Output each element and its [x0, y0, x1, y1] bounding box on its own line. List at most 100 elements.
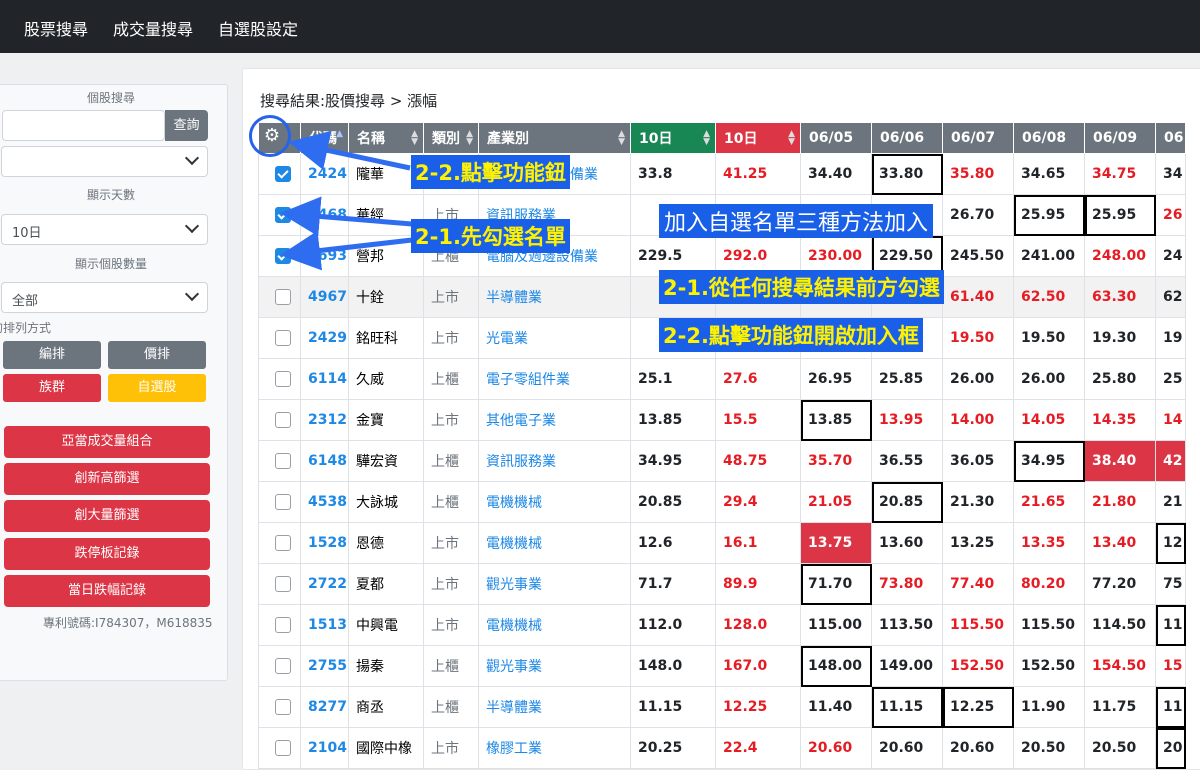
stock-code-link[interactable]: 8277 — [300, 686, 349, 728]
industry-link[interactable]: 觀光事業 — [478, 645, 631, 687]
price-cell: 63.30 — [1084, 276, 1156, 318]
annotation-check-any-result: 2-1.從任何搜尋結果前方勾選 — [659, 270, 944, 304]
price-cell: 14.05 — [1013, 399, 1085, 441]
stock-code-link[interactable]: 2312 — [300, 399, 349, 441]
price-cell: 20 — [1155, 727, 1186, 769]
row-checkbox[interactable] — [275, 248, 291, 264]
industry-link[interactable]: 光電業 — [478, 317, 631, 359]
adam-volume-button[interactable]: 亞當成交量組合 — [4, 426, 210, 458]
sort-icon: ▲ — [336, 129, 343, 139]
row-checkbox[interactable] — [275, 289, 291, 305]
stock-code-link[interactable]: 6148 — [300, 440, 349, 482]
stock-code-link[interactable]: 2722 — [300, 563, 349, 605]
col-header-10d-high[interactable]: 10日 ▲ ▼ — [715, 122, 801, 154]
price-cell: 75 — [1155, 563, 1186, 605]
days-select[interactable]: 10日 — [1, 214, 208, 245]
row-checkbox[interactable] — [275, 740, 291, 756]
table-row: 2424隴華上櫃電腦及週邊設備業33.841.2534.4033.8035.80… — [258, 153, 1186, 195]
stock-code-link[interactable]: 2468 — [300, 194, 349, 236]
price-cell: 29.4 — [715, 481, 801, 523]
stock-code-link[interactable]: 2104 — [300, 727, 349, 769]
row-checkbox-cell — [258, 481, 301, 523]
row-checkbox[interactable] — [275, 453, 291, 469]
row-checkbox[interactable] — [275, 658, 291, 674]
stock-code-link[interactable]: 4967 — [300, 276, 349, 318]
table-row: 2104 國際中橡 上市 橡膠工業 20.25 22.4 20.60 20.60 20.60 20… — [258, 727, 1186, 769]
industry-link[interactable]: 電子零組件業 — [478, 358, 631, 400]
new-high-filter-button[interactable]: 創新高篩選 — [4, 463, 210, 495]
col-header-type[interactable]: 類別 ▲ ▼ — [423, 122, 479, 154]
big-volume-filter-button[interactable]: 創大量篩選 — [4, 500, 210, 532]
price-cell: 73.80 — [871, 563, 943, 605]
stock-code-link[interactable]: 4538 — [300, 481, 349, 523]
row-checkbox-cell — [258, 276, 301, 318]
chevron-down-icon — [184, 286, 200, 302]
industry-link[interactable]: 半導體業 — [478, 686, 631, 728]
price-cell: 36.05 — [942, 440, 1014, 482]
sort-label: 的排列方式 — [0, 321, 52, 335]
price-cell: 11.15 — [630, 686, 716, 728]
price-cell: 12.25 — [942, 686, 1014, 728]
stock-code-link[interactable]: 2424 — [300, 153, 349, 195]
price-cell: 21 — [1155, 481, 1186, 523]
industry-link[interactable]: 半導體業 — [478, 276, 631, 318]
industry-link[interactable]: 資訊服務業 — [478, 440, 631, 482]
col-header-10d-low[interactable]: 10日 ▲ ▼ — [630, 122, 716, 154]
price-cell: 89.9 — [715, 563, 801, 605]
row-checkbox[interactable] — [275, 576, 291, 592]
count-select[interactable]: 全部 — [1, 282, 208, 313]
industry-link[interactable]: 其他電子業 — [478, 399, 631, 441]
price-cell: 21.30 — [942, 481, 1014, 523]
search-button[interactable]: 查詢 — [165, 110, 208, 141]
price-cell: 12 — [1155, 522, 1186, 564]
col-header-date-6: 06 — [1155, 122, 1186, 154]
daily-drop-record-button[interactable]: 當日跌幅記錄 — [4, 575, 210, 607]
col-header-date-3: 06/07 — [942, 122, 1014, 154]
row-checkbox[interactable] — [275, 207, 291, 223]
row-checkbox-cell — [258, 399, 301, 441]
row-checkbox[interactable] — [275, 166, 291, 182]
price-cell: 167.0 — [715, 645, 801, 687]
nav-watchlist-settings[interactable]: 自選股設定 — [218, 16, 298, 40]
col-header-name[interactable]: 名稱 ▲ ▼ — [348, 122, 424, 154]
nav-stock-search[interactable]: 股票搜尋 — [24, 16, 88, 40]
industry-link[interactable]: 電機機械 — [478, 604, 631, 646]
stock-code-link[interactable]: 2755 — [300, 645, 349, 687]
market-select[interactable] — [1, 146, 208, 177]
sort-icon: ▲ ▼ — [411, 129, 418, 147]
stock-code-link[interactable]: 3693 — [300, 235, 349, 277]
row-checkbox[interactable] — [275, 412, 291, 428]
stock-code-link[interactable]: 1513 — [300, 604, 349, 646]
market-type: 上市 — [423, 399, 479, 441]
sort-code-button[interactable]: 編排 — [3, 341, 101, 369]
stock-code-link[interactable]: 1528 — [300, 522, 349, 564]
price-cell: 148.0 — [630, 645, 716, 687]
sort-price-button[interactable]: 價排 — [108, 341, 206, 369]
annotation-check-list: 2-1.先勾選名單 — [411, 219, 570, 253]
col-header-industry[interactable]: 產業別 ▲ ▼ — [478, 122, 631, 154]
nav-volume-search[interactable]: 成交量搜尋 — [113, 16, 193, 40]
limit-down-record-button[interactable]: 跌停板記錄 — [4, 538, 210, 570]
price-cell: 15 — [1155, 645, 1186, 687]
industry-link[interactable]: 橡膠工業 — [478, 727, 631, 769]
row-checkbox[interactable] — [275, 617, 291, 633]
sort-group-button[interactable]: 族群 — [3, 374, 101, 402]
industry-link[interactable]: 電機機械 — [478, 522, 631, 564]
sort-watchlist-button[interactable]: 自選股 — [108, 374, 206, 402]
row-checkbox[interactable] — [275, 330, 291, 346]
price-cell: 34.95 — [630, 440, 716, 482]
col-header-industry-label: 產業別 — [487, 131, 529, 147]
row-checkbox[interactable] — [275, 535, 291, 551]
industry-link[interactable]: 電機機械 — [478, 481, 631, 523]
industry-link[interactable]: 觀光事業 — [478, 563, 631, 605]
row-checkbox[interactable] — [275, 494, 291, 510]
price-cell: 19.50 — [1013, 317, 1085, 359]
row-checkbox[interactable] — [275, 371, 291, 387]
gear-icon[interactable]: ⚙ — [262, 126, 282, 146]
stock-search-input[interactable] — [2, 110, 165, 141]
row-checkbox[interactable] — [275, 699, 291, 715]
price-cell: 152.50 — [1013, 645, 1085, 687]
col-header-code[interactable]: 代碼 ▲ — [300, 122, 349, 154]
stock-code-link[interactable]: 2429 — [300, 317, 349, 359]
stock-code-link[interactable]: 6114 — [300, 358, 349, 400]
